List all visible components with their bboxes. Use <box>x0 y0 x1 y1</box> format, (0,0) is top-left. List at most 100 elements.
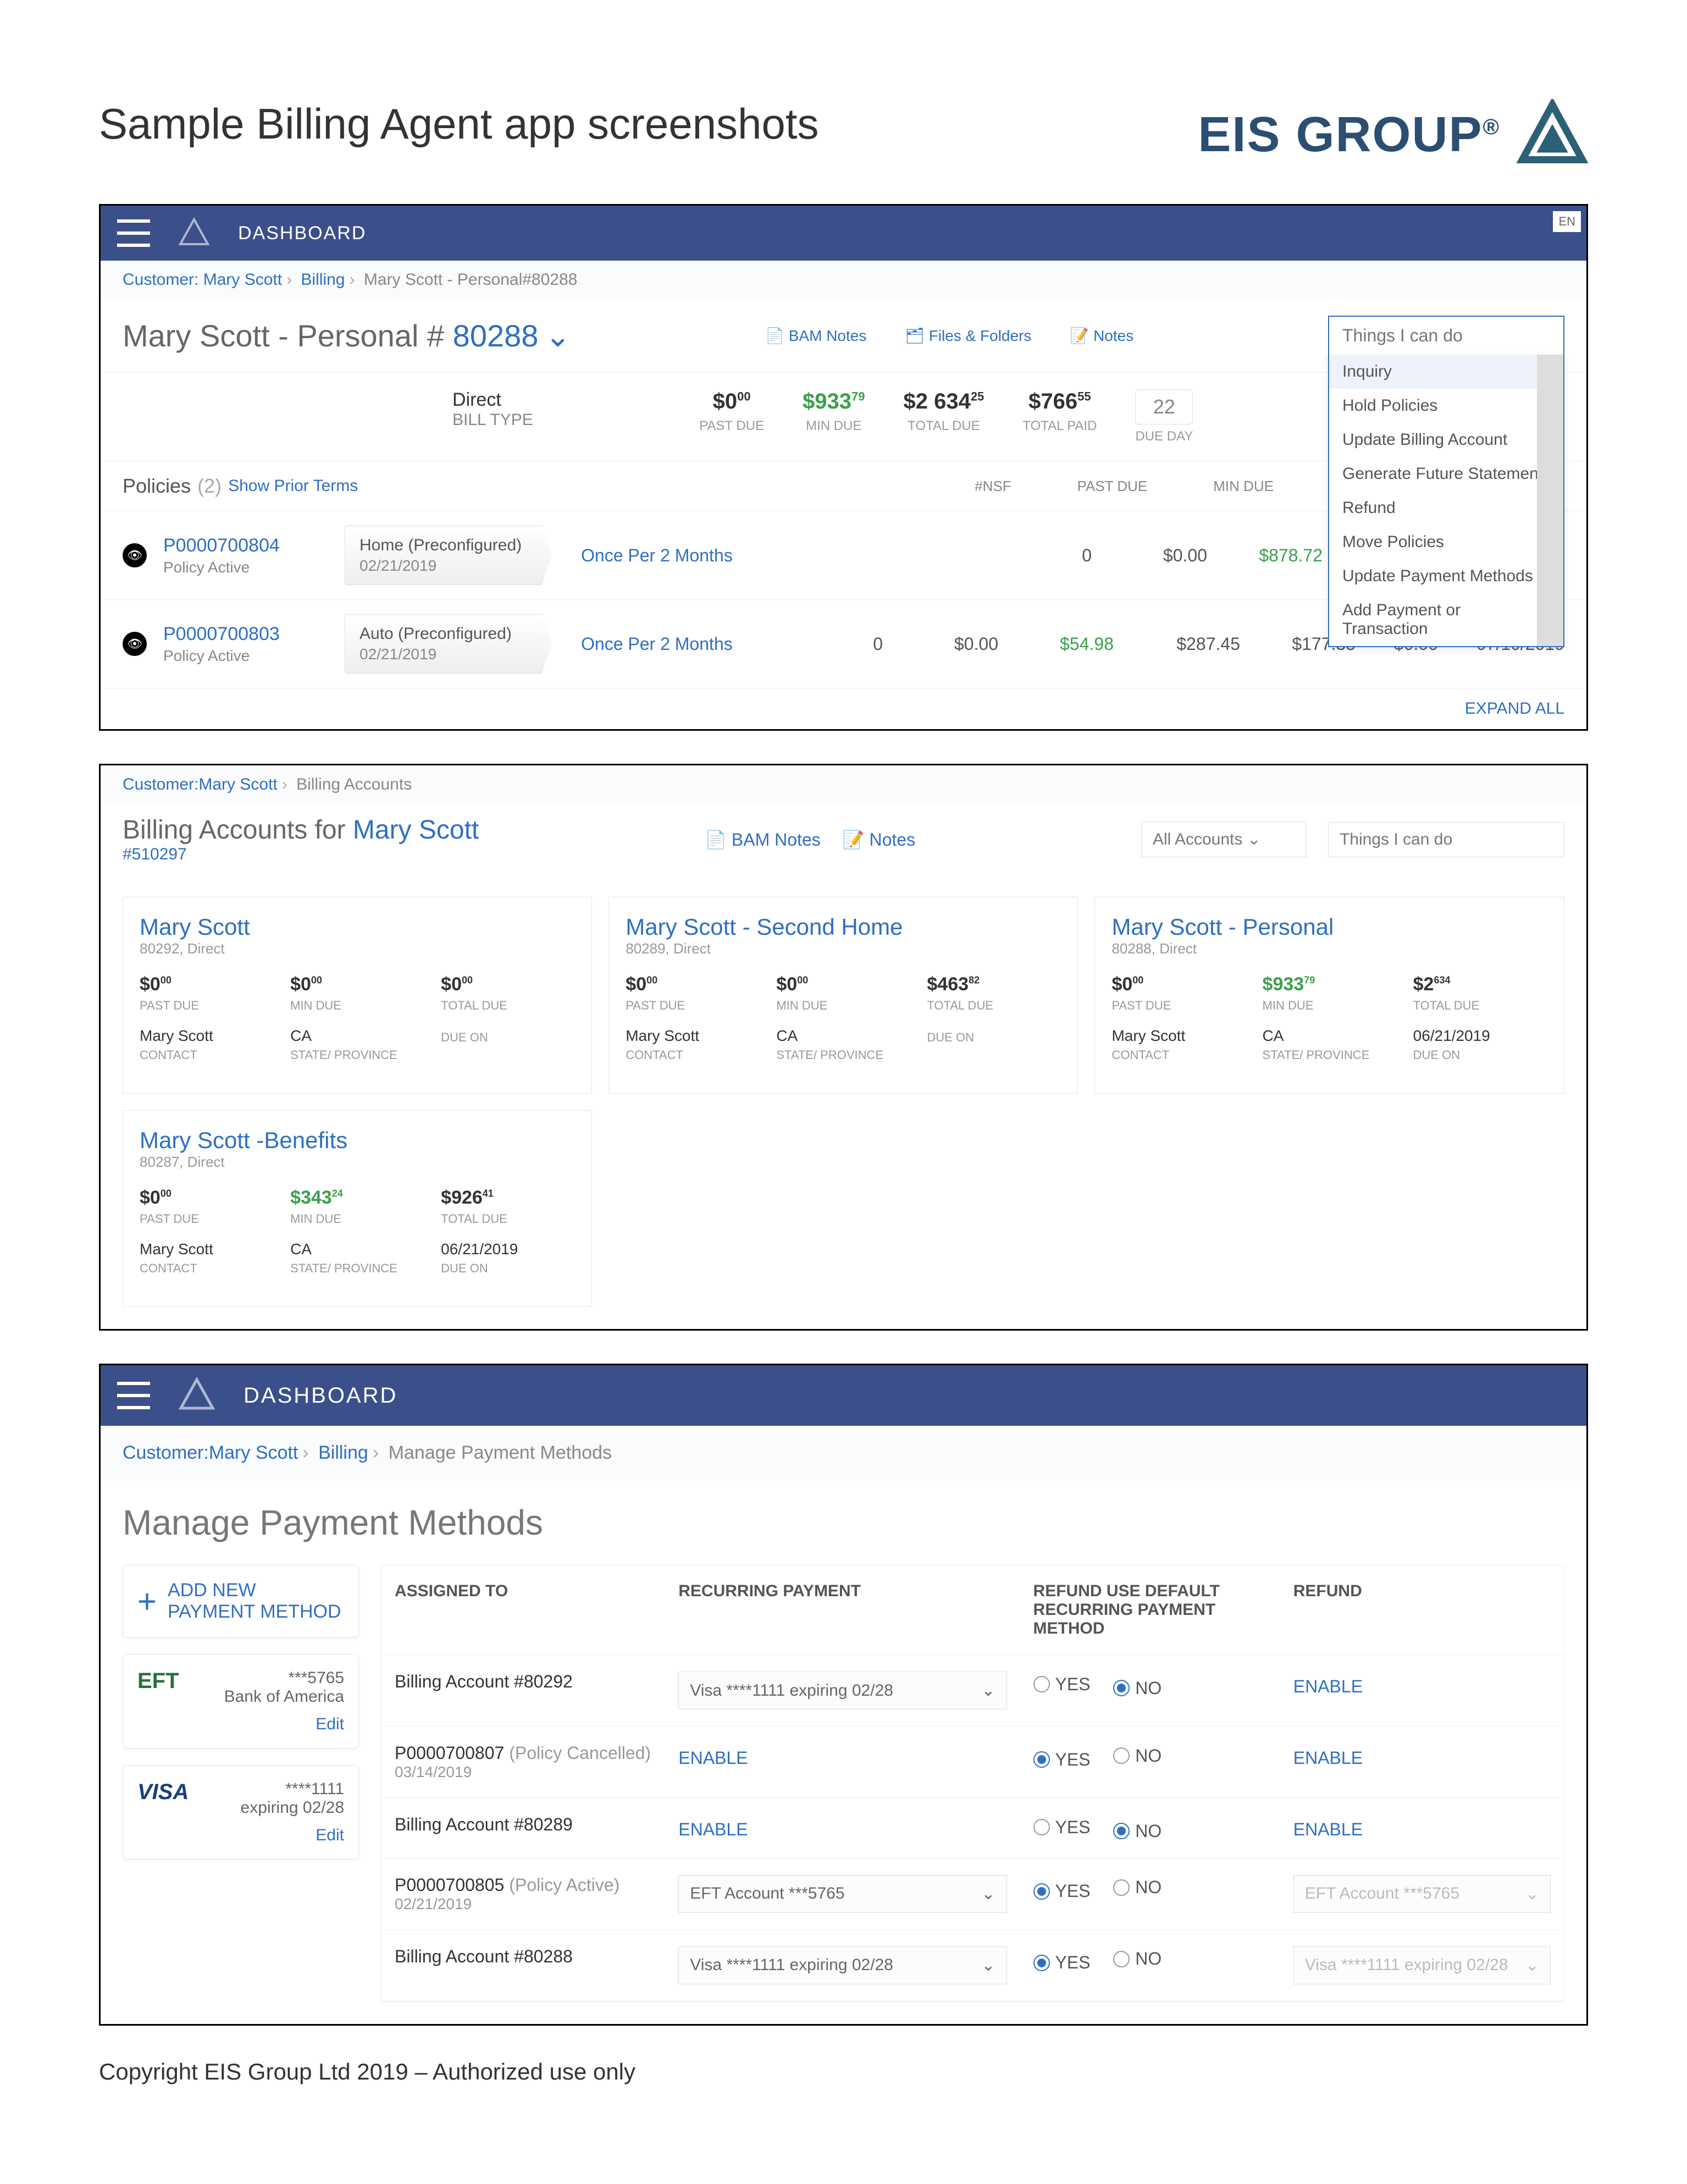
tcid-item[interactable]: Inquiry <box>1329 355 1563 389</box>
refund-select: Visa ****1111 expiring 02/28⌄ <box>1293 1946 1551 1984</box>
frequency-link[interactable]: Once Per 2 Months <box>581 634 768 654</box>
enable-link[interactable]: ENABLE <box>1293 1748 1363 1768</box>
crumb-customer[interactable]: Customer:Mary Scott <box>123 775 278 793</box>
enable-link[interactable]: ENABLE <box>678 1819 748 1839</box>
crumb-customer[interactable]: Customer: Mary Scott <box>123 271 282 289</box>
view-icon[interactable]: 👁 <box>123 632 147 656</box>
menu-icon[interactable] <box>117 1382 150 1409</box>
dashboard-label[interactable]: DASHBOARD <box>244 1383 397 1408</box>
crumb-current: Mary Scott - Personal#80288 <box>364 271 578 289</box>
yes-radio[interactable]: YES <box>1033 1881 1091 1901</box>
tcid-item[interactable]: Refund <box>1329 491 1563 525</box>
account-name: Mary Scott - Personal <box>1111 914 1547 940</box>
note-links: 📄 BAM Notes 🗂 Files & Folders 📝 Notes <box>765 327 1133 345</box>
all-accounts-select[interactable]: All Accounts ⌄ <box>1141 821 1306 857</box>
assignment-row: P0000700807 (Policy Cancelled)03/14/2019… <box>381 1727 1564 1798</box>
enable-link[interactable]: ENABLE <box>678 1748 748 1768</box>
bill-type-value: Direct <box>452 389 699 411</box>
notes-link[interactable]: 📝 Notes <box>1070 327 1133 345</box>
tcid-item[interactable]: Move Policies <box>1329 525 1563 559</box>
frequency-link[interactable]: Once Per 2 Months <box>581 545 768 566</box>
things-i-can-do-dropdown: Inquiry Hold Policies Update Billing Acc… <box>1328 355 1564 647</box>
payment-method-card[interactable]: EFT ***5765Bank of America Edit <box>123 1654 359 1749</box>
recurring-select[interactable]: Visa ****1111 expiring 02/28⌄ <box>678 1672 1006 1709</box>
payment-assignment-table: ASSIGNED TO RECURRING PAYMENT REFUND USE… <box>381 1565 1564 2002</box>
assignment-row: P0000700805 (Policy Active)02/21/2019 EF… <box>381 1858 1564 1930</box>
document-title: Sample Billing Agent app screenshots <box>99 99 818 149</box>
total-paid-value: $76655 <box>1022 389 1097 414</box>
scrollbar[interactable] <box>1537 355 1563 646</box>
bam-notes-link[interactable]: 📄 BAM Notes <box>705 829 821 850</box>
bill-type-label: BILL TYPE <box>452 411 699 429</box>
crumb-customer[interactable]: Customer:Mary Scott <box>123 1442 298 1463</box>
card-brand: EFT <box>137 1669 179 1694</box>
payment-method-card[interactable]: VISA ****1111expiring 02/28 Edit <box>123 1765 359 1860</box>
logo-text: EIS GROUP® <box>1198 107 1500 163</box>
bam-notes-link[interactable]: 📄 BAM Notes <box>765 327 866 345</box>
money-summary: $000PAST DUE $93379MIN DUE $2 63425TOTAL… <box>699 389 1193 444</box>
screenshot-2: Customer:Mary Scott› Billing Accounts Bi… <box>99 764 1588 1331</box>
things-i-can-do-select[interactable]: Things I can do Inquiry Hold Policies Up… <box>1328 316 1564 356</box>
crumb-current: Manage Payment Methods <box>389 1442 612 1463</box>
policy-id-link[interactable]: P0000700803 <box>163 624 328 645</box>
total-due-value: $2 63425 <box>903 389 984 414</box>
accounts-header: Billing Accounts for Mary Scott #510297 … <box>101 804 1586 875</box>
no-radio[interactable]: NO <box>1113 1678 1161 1698</box>
copyright: Copyright EIS Group Ltd 2019 – Authorize… <box>99 2059 1588 2085</box>
expand-all-link[interactable]: EXPAND ALL <box>101 688 1586 729</box>
enable-link[interactable]: ENABLE <box>1293 1819 1363 1839</box>
no-radio[interactable]: NO <box>1113 1877 1161 1898</box>
logo-icon <box>1517 99 1588 170</box>
tcid-item[interactable]: Generate Future Statement <box>1329 457 1563 491</box>
account-card[interactable]: Mary Scott -Benefits 80287, Direct $000P… <box>123 1110 592 1307</box>
document-header: Sample Billing Agent app screenshots EIS… <box>99 99 1588 182</box>
no-radio[interactable]: NO <box>1113 1746 1161 1766</box>
no-radio[interactable]: NO <box>1113 1821 1161 1841</box>
crumb-billing[interactable]: Billing <box>318 1442 368 1463</box>
yes-radio[interactable]: YES <box>1033 1953 1091 1973</box>
policy-id-link[interactable]: P0000700804 <box>163 535 328 556</box>
yes-radio[interactable]: YES <box>1033 1817 1091 1838</box>
edit-link[interactable]: Edit <box>137 1826 344 1845</box>
screenshot-1: DASHBOARD EN Customer: Mary Scott› Billi… <box>99 204 1588 731</box>
page-title: Billing Accounts for Mary Scott <box>123 815 479 845</box>
policy-type-chip: Auto (Preconfigured)02/21/2019 <box>345 614 543 674</box>
add-payment-method-button[interactable]: + ADD NEW PAYMENT METHOD <box>123 1565 359 1637</box>
tcid-item[interactable]: Hold Policies <box>1329 389 1563 423</box>
view-icon[interactable]: 👁 <box>123 543 147 567</box>
page-title: Mary Scott - Personal # 80288⌄ <box>123 318 571 354</box>
tcid-item[interactable]: Add Payment or Transaction <box>1329 593 1563 646</box>
yes-radio[interactable]: YES <box>1033 1750 1091 1770</box>
menu-icon[interactable] <box>117 219 150 247</box>
enable-link[interactable]: ENABLE <box>1293 1676 1363 1696</box>
no-radio[interactable]: NO <box>1113 1949 1161 1969</box>
chevron-down-icon[interactable]: ⌄ <box>545 318 571 353</box>
col-assigned-to: ASSIGNED TO <box>381 1565 665 1654</box>
col-refund-default: REFUND USE DEFAULT RECURRING PAYMENT MET… <box>1020 1565 1280 1654</box>
files-folders-link[interactable]: 🗂 Files & Folders <box>905 327 1031 345</box>
due-day-value: 22 <box>1135 389 1193 424</box>
col-recurring: RECURRING PAYMENT <box>665 1565 1020 1654</box>
recurring-select[interactable]: EFT Account ***5765⌄ <box>678 1875 1006 1913</box>
recurring-select[interactable]: Visa ****1111 expiring 02/28⌄ <box>678 1946 1006 1984</box>
yes-radio[interactable]: YES <box>1033 1674 1091 1695</box>
card-brand: VISA <box>137 1780 189 1805</box>
notes-link[interactable]: 📝 Notes <box>843 829 915 850</box>
account-card[interactable]: Mary Scott - Second Home 80289, Direct $… <box>609 897 1078 1094</box>
edit-link[interactable]: Edit <box>137 1715 344 1734</box>
crumb-current: Billing Accounts <box>296 775 412 793</box>
account-card[interactable]: Mary Scott - Personal 80288, Direct $000… <box>1094 897 1564 1094</box>
language-selector[interactable]: EN <box>1553 211 1581 232</box>
things-i-can-do-select[interactable]: Things I can do <box>1328 822 1564 857</box>
account-card[interactable]: Mary Scott 80292, Direct $000PAST DUE $0… <box>123 897 592 1094</box>
crumb-billing[interactable]: Billing <box>301 271 345 289</box>
dashboard-label[interactable]: DASHBOARD <box>238 223 366 244</box>
tcid-item[interactable]: Update Billing Account <box>1329 423 1563 457</box>
show-prior-terms-link[interactable]: Show Prior Terms <box>228 477 358 495</box>
title-bar: Mary Scott - Personal # 80288⌄ 📄 BAM Not… <box>101 299 1586 373</box>
breadcrumb: Customer:Mary Scott› Billing Accounts <box>101 765 1586 804</box>
account-name: Mary Scott <box>140 914 575 940</box>
account-name: Mary Scott -Benefits <box>140 1127 575 1154</box>
col-refund: REFUND <box>1280 1565 1564 1654</box>
tcid-item[interactable]: Update Payment Methods <box>1329 559 1563 593</box>
